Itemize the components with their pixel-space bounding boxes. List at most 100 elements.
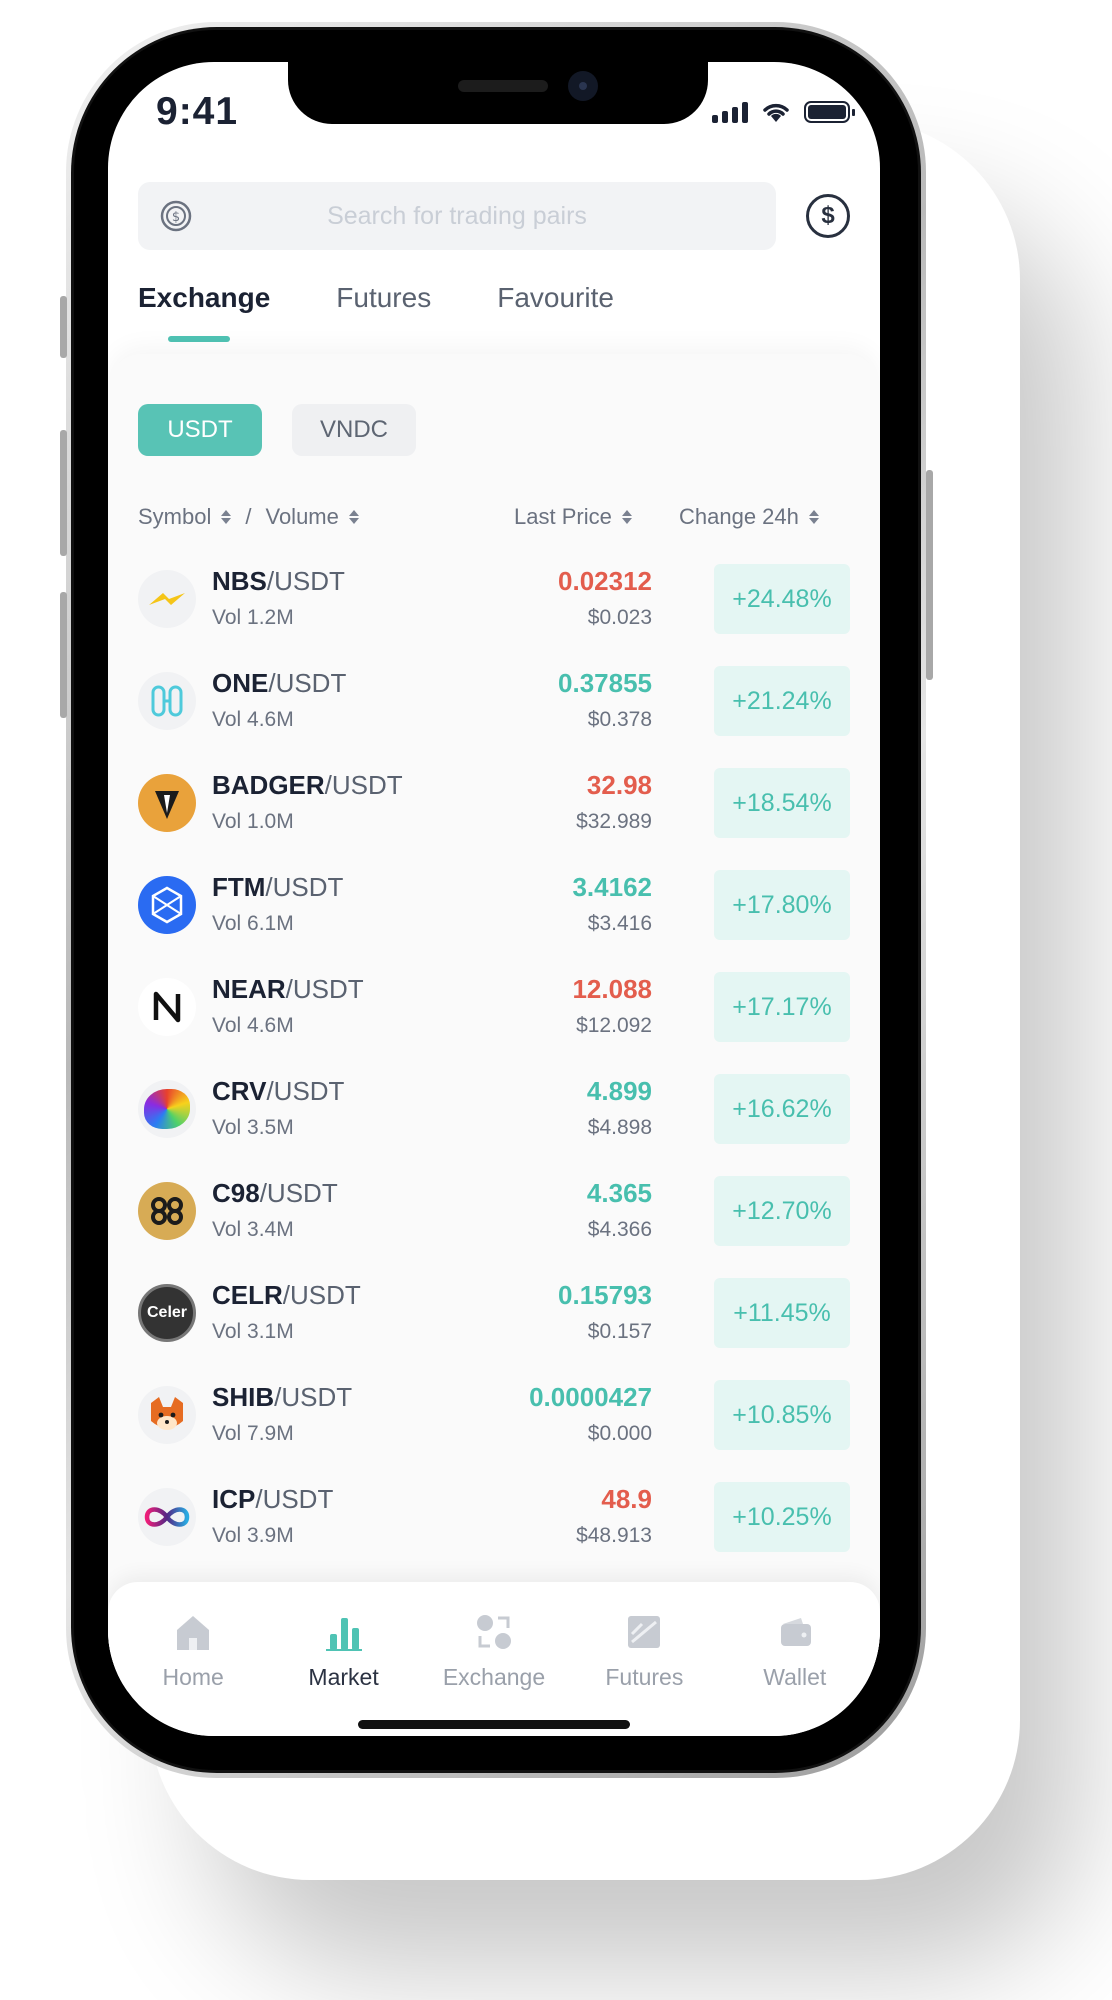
usd-price: $3.416 xyxy=(587,912,652,935)
pair-quote: /USDT xyxy=(282,1280,361,1310)
table-row[interactable]: C98/USDT Vol 3.4M 4.365 $4.366 +12.70% xyxy=(138,1176,850,1278)
change-24h-badge: +10.85% xyxy=(714,1380,850,1450)
search-input[interactable]: $ Search for trading pairs xyxy=(138,182,776,250)
pair-quote: /USDT xyxy=(268,668,347,698)
sort-icon xyxy=(348,510,359,524)
exchange-icon xyxy=(476,1615,511,1649)
change-24h-badge: +11.45% xyxy=(714,1278,850,1348)
pair-volume: Vol 6.1M xyxy=(212,912,294,935)
change-24h-badge: +18.54% xyxy=(714,768,850,838)
active-tab-indicator xyxy=(168,336,230,342)
last-price: 0.0000427 xyxy=(529,1382,652,1412)
nav-exchange[interactable]: Exchange xyxy=(424,1612,564,1691)
status-icons xyxy=(712,100,855,124)
currency-toggle-button[interactable]: $ xyxy=(806,194,850,238)
usd-price: $0.157 xyxy=(587,1320,652,1343)
volume-down-button xyxy=(60,592,67,718)
pair-volume: Vol 4.6M xyxy=(212,708,294,731)
nav-home[interactable]: Home xyxy=(123,1612,263,1691)
pair-quote: /USDT xyxy=(259,1178,338,1208)
tab-favourite[interactable]: Favourite xyxy=(497,282,614,342)
pair-base: SHIB xyxy=(212,1382,275,1412)
usd-price: $4.366 xyxy=(587,1218,652,1241)
pair-quote: /USDT xyxy=(255,1484,334,1514)
last-price: 32.98 xyxy=(586,770,652,800)
table-row[interactable]: NEAR/USDT Vol 4.6M 12.088 $12.092 +17.17… xyxy=(138,972,850,1074)
usd-price: $32.989 xyxy=(576,810,652,833)
pair-volume: Vol 1.0M xyxy=(212,810,294,833)
pair-volume: Vol 3.9M xyxy=(212,1524,294,1547)
pair-base: CRV xyxy=(212,1076,267,1106)
table-row[interactable]: ICP/USDT Vol 3.9M 48.9 $48.913 +10.25% xyxy=(138,1482,850,1584)
change-24h-badge: +12.70% xyxy=(714,1176,850,1246)
search-placeholder: Search for trading pairs xyxy=(327,201,587,230)
wifi-icon xyxy=(763,103,789,122)
tab-futures[interactable]: Futures xyxy=(336,282,431,342)
phone-screen: 9:41 $ Search for trading pairs $ Exchan… xyxy=(108,62,880,1736)
chip-usdt[interactable]: USDT xyxy=(138,404,262,456)
usd-price: $4.898 xyxy=(587,1116,652,1139)
nav-futures[interactable]: Futures xyxy=(574,1612,714,1691)
sort-icon xyxy=(221,510,232,524)
change-24h-badge: +21.24% xyxy=(714,666,850,736)
pair-base: ICP xyxy=(212,1484,256,1514)
sort-icon xyxy=(808,510,819,524)
column-header-last-price[interactable]: Last Price xyxy=(514,504,632,530)
pair-base: BADGER xyxy=(212,770,325,800)
nbs-icon xyxy=(138,570,196,628)
volume-up-button xyxy=(60,430,67,556)
battery-icon xyxy=(804,101,855,123)
column-header-symbol-volume[interactable]: Symbol / Volume xyxy=(138,504,359,530)
table-row[interactable]: CRV/USDT Vol 3.5M 4.899 $4.898 +16.62% xyxy=(138,1074,850,1176)
pair-base: FTM xyxy=(212,872,266,902)
fantom-icon xyxy=(138,876,196,934)
cellular-signal-icon xyxy=(712,101,748,123)
svg-text:$: $ xyxy=(172,210,180,225)
home-indicator[interactable] xyxy=(358,1720,630,1729)
wallet-icon xyxy=(780,1618,811,1646)
column-header-change-24h[interactable]: Change 24h xyxy=(679,504,819,530)
pair-volume: Vol 3.1M xyxy=(212,1320,294,1343)
home-icon xyxy=(177,1616,210,1650)
change-24h-badge: +17.80% xyxy=(714,870,850,940)
celer-logo-text: Celer xyxy=(146,1304,188,1321)
near-icon xyxy=(138,978,196,1036)
celer-icon: Celer xyxy=(138,1284,196,1342)
quote-currency-filter: USDT VNDC xyxy=(138,404,416,456)
table-row[interactable]: SHIB/USDT Vol 7.9M 0.0000427 $0.000 +10.… xyxy=(138,1380,850,1482)
last-price: 4.365 xyxy=(586,1178,652,1208)
pair-quote: /USDT xyxy=(266,1076,345,1106)
nav-wallet[interactable]: Wallet xyxy=(725,1612,865,1691)
usd-price: $48.913 xyxy=(576,1524,652,1547)
harmony-one-icon xyxy=(138,672,196,730)
table-row[interactable]: BADGER/USDT Vol 1.0M 32.98 $32.989 +18.5… xyxy=(138,768,850,870)
bottom-nav: Home Market Exchange Futures Wallet xyxy=(108,1582,880,1736)
coin-search-icon: $ xyxy=(160,200,192,232)
pair-volume: Vol 1.2M xyxy=(212,606,294,629)
pair-volume: Vol 3.5M xyxy=(212,1116,294,1139)
table-row[interactable]: ONE/USDT Vol 4.6M 0.37855 $0.378 +21.24% xyxy=(138,666,850,768)
tab-exchange[interactable]: Exchange xyxy=(138,282,270,342)
sort-icon xyxy=(621,510,632,524)
table-row[interactable]: NBS/USDT Vol 1.2M 0.02312 $0.023 +24.48% xyxy=(138,564,850,666)
coin98-icon xyxy=(138,1182,196,1240)
pair-base: ONE xyxy=(212,668,269,698)
last-price: 0.37855 xyxy=(558,668,652,698)
icp-infinity-icon xyxy=(138,1488,196,1546)
front-camera xyxy=(568,71,598,101)
table-row[interactable]: Celer CELR/USDT Vol 3.1M 0.15793 $0.157 … xyxy=(138,1278,850,1380)
silent-switch xyxy=(60,296,67,358)
pair-quote: /USDT xyxy=(324,770,403,800)
pair-quote: /USDT xyxy=(266,566,345,596)
trading-pair-list: NBS/USDT Vol 1.2M 0.02312 $0.023 +24.48%… xyxy=(138,564,850,1584)
nav-market[interactable]: Market xyxy=(274,1612,414,1691)
pair-quote: /USDT xyxy=(265,872,344,902)
pair-volume: Vol 3.4M xyxy=(212,1218,294,1241)
pair-base: NEAR xyxy=(212,974,286,1004)
table-row[interactable]: FTM/USDT Vol 6.1M 3.4162 $3.416 +17.80% xyxy=(138,870,850,972)
search-row: $ Search for trading pairs $ xyxy=(138,182,850,250)
last-price: 4.899 xyxy=(586,1076,652,1106)
market-tabs: Exchange Futures Favourite xyxy=(138,282,614,342)
chip-vndc[interactable]: VNDC xyxy=(292,404,416,456)
bar-chart-icon xyxy=(325,1618,362,1651)
